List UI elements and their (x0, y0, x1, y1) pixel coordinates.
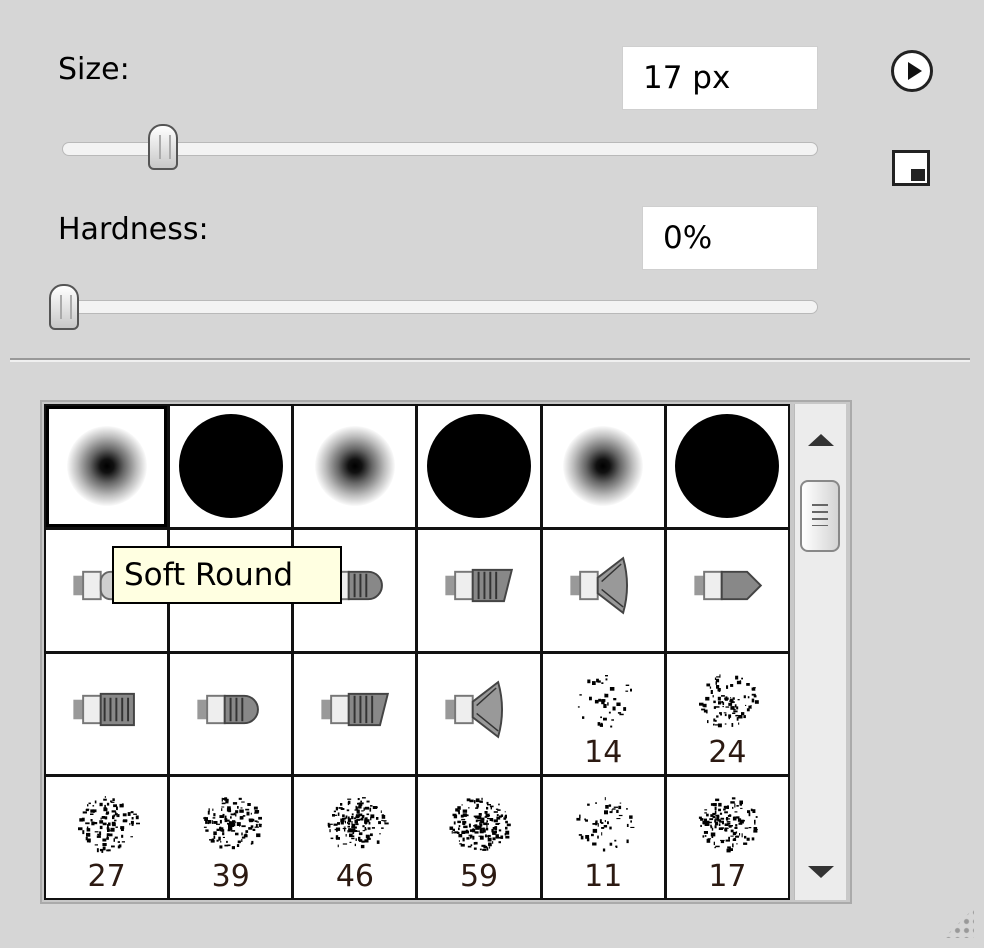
new-brush-preset-icon[interactable] (892, 150, 930, 186)
brush-preset-hard-round-tile[interactable] (170, 406, 292, 527)
brush-preset-fan-bristle-tile[interactable] (418, 653, 540, 775)
hard-round-brush-icon (427, 414, 532, 519)
brush-preset-grid: 14 24 27 39 46 59 11 17 (44, 404, 790, 900)
hard-round-brush-icon (675, 414, 780, 519)
size-slider-thumb[interactable] (148, 124, 179, 170)
brush-preset-spatter-tile[interactable]: 17 (666, 777, 788, 898)
hardness-slider-track[interactable] (52, 300, 818, 314)
flyout-menu-arrow-icon[interactable] (891, 50, 933, 92)
brush-preset-spatter-tile[interactable]: 27 (46, 777, 168, 898)
brush-preset-spatter-tile[interactable]: 24 (666, 653, 788, 775)
brush-preset-soft-round-tile[interactable] (542, 406, 664, 527)
hardness-label: Hardness: (58, 212, 209, 247)
point-bristle-brush-icon (667, 530, 788, 651)
brush-preset-hard-round-tile[interactable] (418, 406, 540, 527)
brush-preset-angle-bristle-tile[interactable] (294, 653, 416, 775)
round-blunt-bristle-brush-icon (170, 654, 291, 775)
resize-grip-icon[interactable] (944, 908, 974, 938)
hard-round-brush-icon (178, 414, 283, 519)
brush-size-label: 39 (211, 859, 250, 894)
brush-preset-spatter-tile[interactable]: 14 (542, 653, 664, 775)
brush-preset-soft-round-tile[interactable] (294, 406, 416, 527)
brush-size-label: 17 (708, 859, 747, 894)
panel-divider (10, 358, 970, 362)
soft-round-brush-icon (314, 426, 395, 507)
brush-tooltip: Soft Round (112, 546, 342, 604)
brush-preset-round-blunt-bristle-tile[interactable] (170, 653, 292, 775)
angle-bristle-brush-icon (294, 654, 415, 775)
brush-preset-angle-bristle-tile[interactable] (418, 529, 540, 651)
brush-preset-fan-bristle-tile[interactable] (542, 529, 664, 651)
brush-size-label: 24 (708, 735, 747, 771)
brush-preset-spatter-tile[interactable]: 59 (418, 777, 540, 898)
hardness-slider-thumb[interactable] (49, 284, 79, 330)
size-input[interactable]: 17 px (622, 46, 818, 110)
brush-size-label: 11 (584, 859, 623, 894)
scrollbar-thumb[interactable] (800, 480, 840, 552)
angle-bristle-brush-icon (418, 530, 539, 651)
brush-preset-spatter-tile[interactable]: 46 (294, 777, 416, 898)
brush-size-label: 14 (584, 735, 623, 771)
flat-bristle-brush-icon (46, 654, 167, 775)
fan-bristle-brush-icon (543, 530, 664, 651)
brush-size-label: 46 (335, 859, 374, 894)
brush-preset-soft-round-tile[interactable] (46, 406, 168, 527)
fan-bristle-brush-icon (418, 654, 539, 775)
brush-preset-flat-bristle-tile[interactable] (46, 653, 168, 775)
hardness-input[interactable]: 0% (642, 206, 818, 270)
soft-round-brush-icon (563, 426, 644, 507)
soft-round-brush-icon (66, 426, 147, 507)
brush-preset-point-bristle-tile[interactable] (666, 529, 788, 651)
scroll-down-arrow-icon[interactable] (808, 866, 834, 878)
brush-preset-hard-round-tile[interactable] (666, 406, 788, 527)
size-label: Size: (58, 52, 130, 87)
preset-scrollbar[interactable] (794, 404, 846, 900)
brush-preset-spatter-tile[interactable]: 11 (542, 777, 664, 898)
scroll-up-arrow-icon[interactable] (808, 434, 834, 446)
brush-preset-spatter-tile[interactable]: 39 (170, 777, 292, 898)
brush-size-label: 59 (459, 859, 499, 894)
brush-size-label: 27 (87, 859, 126, 894)
